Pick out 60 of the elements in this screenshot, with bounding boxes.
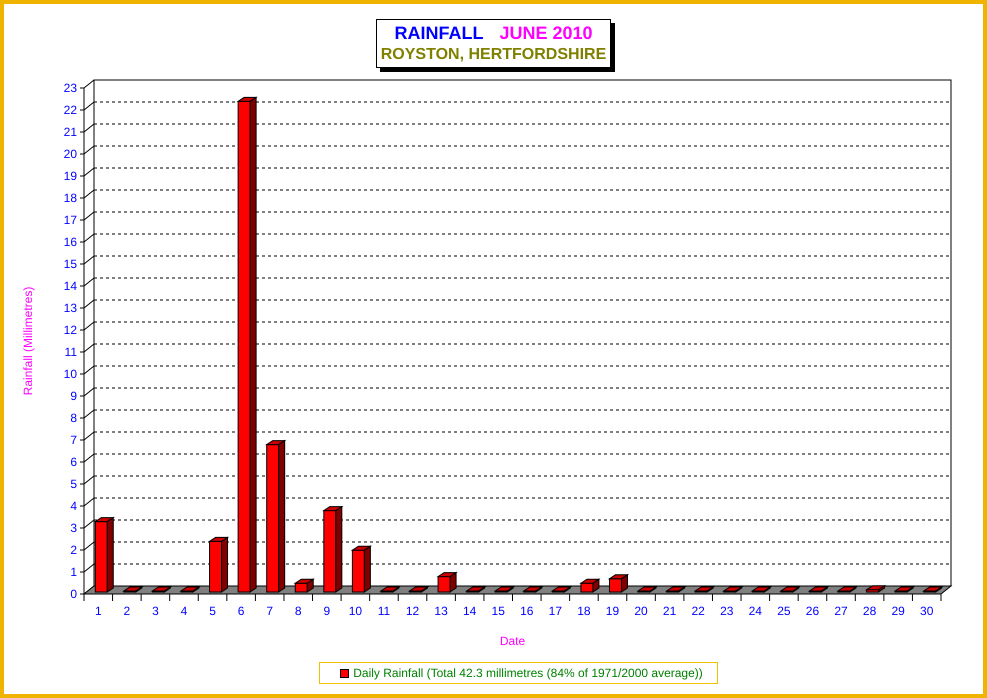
x-tick-label: 11 xyxy=(378,604,390,618)
y-tick-label: 4 xyxy=(70,499,77,513)
y-tick-label: 2 xyxy=(70,543,77,557)
x-tick-label: 25 xyxy=(777,604,791,618)
y-tick-label: 11 xyxy=(64,345,77,359)
x-tick-label: 30 xyxy=(920,604,934,618)
y-tick-label: 0 xyxy=(70,587,77,601)
y-tick-label: 17 xyxy=(64,213,77,227)
y-tick-label: 10 xyxy=(64,367,77,381)
y-tick-label: 23 xyxy=(64,81,77,95)
y-tick-label: 7 xyxy=(70,433,77,447)
x-tick-label: 15 xyxy=(492,604,505,618)
x-tick-label: 14 xyxy=(462,604,476,618)
chart-location: ROYSTON, HERTFORDSHIRE xyxy=(380,46,606,64)
y-tick-label: 9 xyxy=(70,389,77,403)
x-tick-label: 17 xyxy=(548,604,562,618)
y-tick-label: 12 xyxy=(64,323,77,337)
x-tick-label: 4 xyxy=(180,604,188,618)
x-tick-label: 1 xyxy=(94,604,102,618)
y-tick-label: 22 xyxy=(64,103,77,117)
x-tick-label: 12 xyxy=(406,604,420,618)
x-tick-label: 3 xyxy=(152,604,159,618)
x-tick-label: 18 xyxy=(577,604,591,618)
y-tick-label: 16 xyxy=(64,235,77,249)
y-tick-label: 8 xyxy=(70,411,77,425)
axis-title: Rainfall (Millimetres) xyxy=(21,286,35,396)
x-tick-label: 9 xyxy=(323,604,330,618)
chart-period: JUNE 2010 xyxy=(499,23,593,44)
x-tick-label: 2 xyxy=(124,604,130,618)
x-tick-label: 24 xyxy=(748,604,762,618)
x-tick-label: 13 xyxy=(434,604,448,618)
x-tick-label: 5 xyxy=(209,604,216,618)
x-tick-label: 28 xyxy=(862,604,876,618)
y-tick-label: 15 xyxy=(64,257,77,271)
y-tick-label: 14 xyxy=(64,279,77,293)
axis-title: Date xyxy=(500,634,526,648)
x-tick-label: 27 xyxy=(834,604,848,618)
x-tick-label: 16 xyxy=(520,604,534,618)
x-tick-label: 23 xyxy=(720,604,734,618)
x-tick-label: 19 xyxy=(606,604,620,618)
y-tick-label: 21 xyxy=(64,125,77,139)
x-tick-label: 22 xyxy=(692,604,705,618)
y-tick-label: 19 xyxy=(64,169,77,183)
y-tick-label: 18 xyxy=(64,191,77,205)
y-tick-label: 13 xyxy=(64,301,77,315)
x-tick-label: 10 xyxy=(348,604,362,618)
x-tick-label: 7 xyxy=(266,604,274,618)
chart-title: RAINFALL xyxy=(394,23,484,44)
y-tick-label: 6 xyxy=(70,455,77,469)
x-tick-label: 6 xyxy=(238,604,244,618)
legend-label: Daily Rainfall (Total 42.3 millimetres (84% of 1971/2000 average)) xyxy=(353,666,703,680)
x-tick-label: 8 xyxy=(294,604,302,618)
x-tick-label: 20 xyxy=(634,604,648,618)
y-tick-label: 3 xyxy=(70,521,77,535)
x-tick-label: 29 xyxy=(891,604,905,618)
y-tick-label: 1 xyxy=(70,565,77,579)
x-tick-label: 26 xyxy=(806,604,820,618)
y-tick-label: 5 xyxy=(70,477,77,491)
x-tick-label: 21 xyxy=(662,604,676,618)
y-tick-label: 20 xyxy=(64,147,77,161)
